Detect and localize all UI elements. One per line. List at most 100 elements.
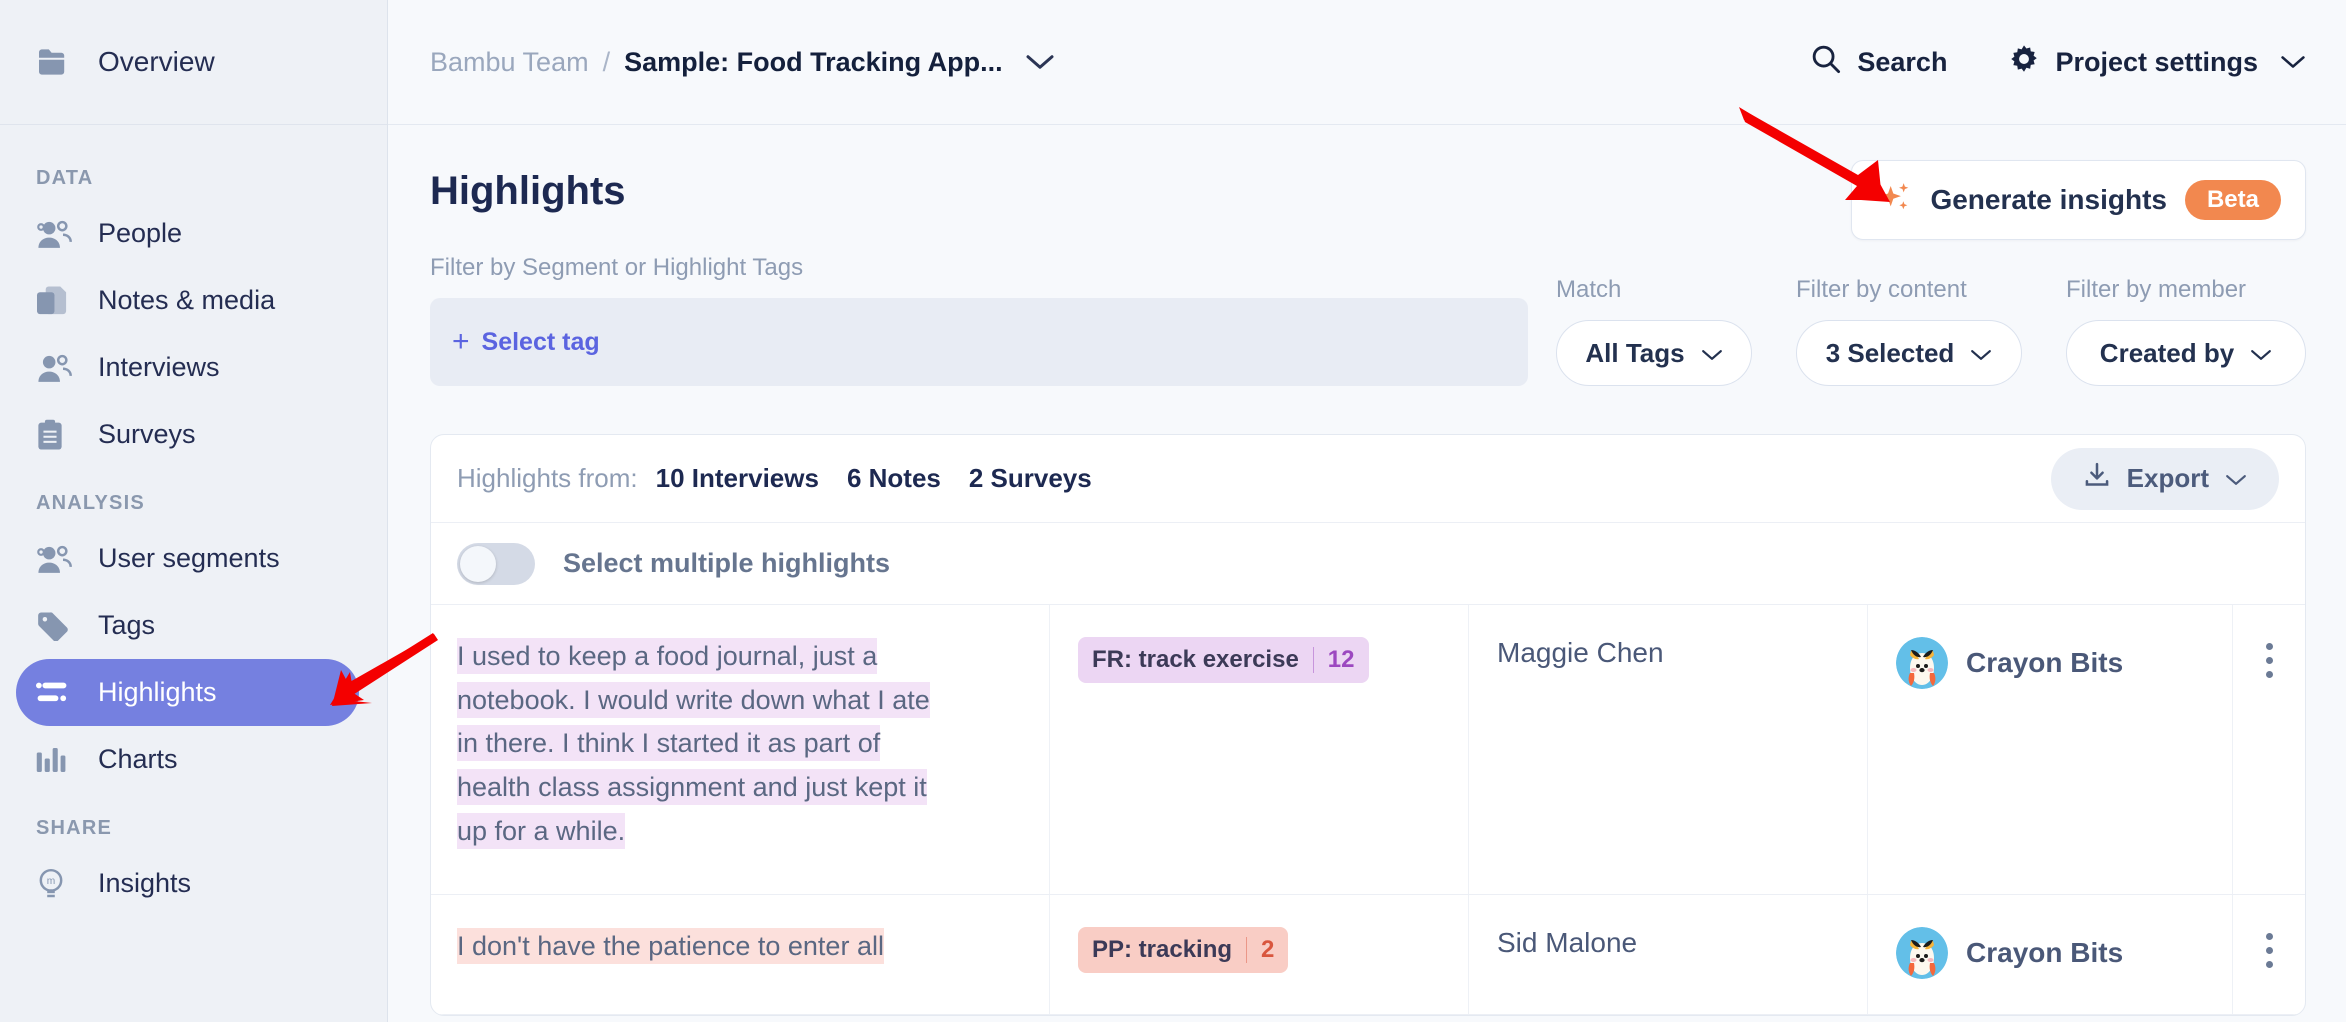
participant-name[interactable]: Sid Malone	[1497, 927, 1637, 958]
sidebar-item-label: Surveys	[98, 419, 196, 449]
highlights-card: Highlights from: 10 Interviews 6 Notes 2…	[430, 434, 2306, 1016]
participant-cell: Sid Malone	[1468, 895, 1867, 1014]
tag-chip[interactable]: PP: tracking 2	[1078, 927, 1289, 973]
generate-insights-button[interactable]: Generate insights Beta	[1851, 160, 2306, 240]
project-settings-button[interactable]: Project settings	[2009, 44, 2306, 81]
avatar	[1896, 927, 1948, 979]
content: Highlights Filter by Segment or Highligh…	[388, 169, 2346, 1016]
sidebar-item-overview[interactable]: Overview	[0, 0, 387, 125]
filters-row: Filter by Segment or Highlight Tags + Se…	[430, 254, 2306, 386]
quote-line: health class assignment and just kept it	[457, 769, 927, 806]
source-surveys[interactable]: 2 Surveys	[969, 463, 1092, 494]
match-value: All Tags	[1585, 337, 1685, 368]
app-root: Overview DATA People Notes & media Inter…	[0, 0, 2346, 1022]
match-label: Match	[1556, 276, 1622, 303]
sidebar: Overview DATA People Notes & media Inter…	[0, 0, 388, 1022]
sidebar-item-highlights[interactable]: Highlights	[16, 659, 359, 726]
participant-name[interactable]: Maggie Chen	[1497, 637, 1664, 668]
sidebar-item-user-segments[interactable]: User segments	[16, 525, 359, 592]
sidebar-item-notes-media[interactable]: Notes & media	[16, 267, 359, 334]
notes-icon	[36, 285, 82, 317]
chevron-down-icon	[1701, 338, 1723, 369]
bar-chart-icon	[36, 746, 82, 774]
sidebar-item-label: Highlights	[98, 677, 217, 707]
table-row[interactable]: I don't have the patience to enter all P…	[431, 895, 2305, 1015]
gear-icon	[2009, 44, 2039, 81]
select-multiple-toggle[interactable]	[457, 542, 535, 585]
sidebar-item-label: Charts	[98, 744, 178, 774]
breadcrumb-team[interactable]: Bambu Team	[430, 47, 589, 78]
card-toolbar: Select multiple highlights	[431, 523, 2305, 605]
owner[interactable]: Crayon Bits	[1896, 637, 2232, 689]
sidebar-item-label: Overview	[98, 46, 215, 77]
sidebar-section-analysis: ANALYSIS	[36, 492, 145, 514]
match-filter-group: Match All Tags	[1556, 276, 1752, 386]
select-tag-button[interactable]: + Select tag	[452, 327, 600, 357]
more-options-icon[interactable]	[2265, 927, 2273, 1014]
export-label: Export	[2126, 463, 2209, 493]
more-options-icon[interactable]	[2265, 637, 2273, 894]
member-filter-group: Filter by member Created by	[2066, 276, 2306, 386]
sidebar-item-charts[interactable]: Charts	[16, 726, 359, 793]
sidebar-item-insights[interactable]: m Insights	[16, 850, 359, 917]
people-icon	[36, 543, 82, 575]
member-dropdown[interactable]: Created by	[2066, 320, 2306, 386]
select-tag-label: Select tag	[481, 327, 600, 356]
tag-filter-box[interactable]: + Select tag	[430, 298, 1528, 386]
source-interviews[interactable]: 10 Interviews	[656, 463, 819, 494]
sidebar-item-label: User segments	[98, 543, 280, 573]
quote-line: notebook. I would write down what I ate	[457, 681, 930, 718]
highlight-quote-cell[interactable]: I don't have the patience to enter all	[431, 895, 1049, 1014]
generate-insights-wrap: Generate insights Beta	[1851, 160, 2306, 240]
highlights-icon	[36, 680, 82, 706]
member-value: Created by	[2099, 337, 2235, 368]
interviews-icon	[36, 352, 82, 384]
tag-chip-count: 2	[1261, 936, 1275, 963]
project-settings-label: Project settings	[2055, 46, 2258, 77]
search-button[interactable]: Search	[1811, 44, 1947, 81]
sidebar-item-people[interactable]: People	[16, 200, 359, 267]
breadcrumb-project[interactable]: Sample: Food Tracking App...	[624, 47, 1003, 78]
content-dropdown[interactable]: 3 Selected	[1796, 320, 2022, 386]
content-filter-group: Filter by content 3 Selected	[1796, 276, 2022, 386]
owner[interactable]: Crayon Bits	[1896, 927, 2232, 979]
highlight-quote: I used to keep a food journal, just a no…	[457, 635, 1023, 854]
chevron-down-icon	[2280, 54, 2306, 70]
tag-chip-name: PP: tracking	[1092, 936, 1233, 963]
breadcrumb-separator: /	[602, 46, 611, 77]
download-icon	[2083, 461, 2111, 496]
folder-icon	[36, 48, 70, 76]
generate-insights-label: Generate insights	[1930, 184, 2167, 215]
sidebar-item-label: Notes & media	[98, 285, 276, 315]
tag-chip-divider	[1246, 937, 1248, 963]
export-button[interactable]: Export	[2050, 447, 2279, 510]
search-label: Search	[1857, 46, 1948, 77]
content-value: 3 Selected	[1825, 337, 1955, 368]
highlight-quote-cell[interactable]: I used to keep a food journal, just a no…	[431, 605, 1049, 894]
avatar	[1896, 637, 1948, 689]
card-header: Highlights from: 10 Interviews 6 Notes 2…	[431, 435, 2305, 523]
sidebar-item-surveys[interactable]: Surveys	[16, 401, 359, 468]
source-notes[interactable]: 6 Notes	[847, 463, 941, 494]
sidebar-item-label: People	[98, 218, 183, 248]
match-dropdown[interactable]: All Tags	[1556, 320, 1752, 386]
sidebar-item-label: Insights	[98, 868, 192, 898]
owner-name: Crayon Bits	[1966, 937, 2124, 968]
tag-chip[interactable]: FR: track exercise 12	[1078, 637, 1369, 683]
sidebar-item-tags[interactable]: Tags	[16, 592, 359, 659]
member-label: Filter by member	[2066, 276, 2247, 303]
owner-name: Crayon Bits	[1966, 647, 2124, 678]
highlight-quote: I don't have the patience to enter all	[457, 925, 1023, 969]
chevron-down-icon[interactable]	[1025, 53, 1055, 71]
table-row[interactable]: I used to keep a food journal, just a no…	[431, 605, 2305, 895]
search-icon	[1811, 44, 1841, 81]
main-area: Bambu Team / Sample: Food Tracking App..…	[388, 0, 2346, 1022]
tag-chip-name: FR: track exercise	[1092, 646, 1299, 673]
row-menu-cell	[2232, 605, 2305, 894]
content-label: Filter by content	[1796, 276, 1967, 303]
sidebar-nav: DATA People Notes & media Interviews Sur…	[0, 125, 387, 917]
sidebar-item-interviews[interactable]: Interviews	[16, 334, 359, 401]
owner-cell: Crayon Bits	[1867, 605, 2232, 894]
tag-filter-label: Filter by Segment or Highlight Tags	[430, 254, 804, 281]
tag-chip-divider	[1312, 647, 1314, 673]
